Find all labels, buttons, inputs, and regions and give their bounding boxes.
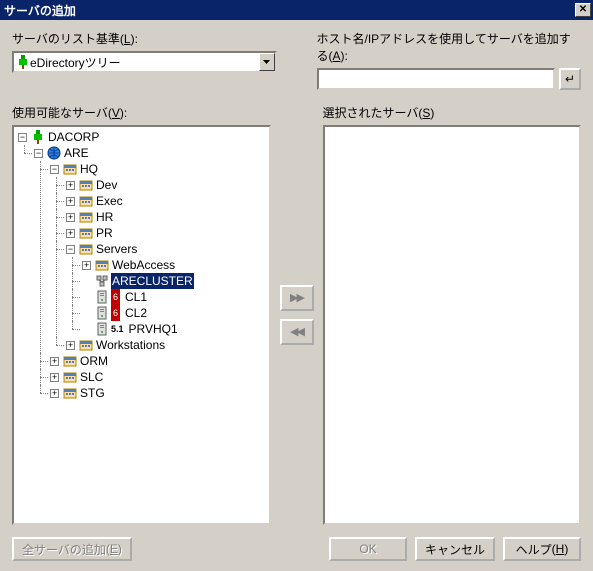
expand-icon[interactable]: + (82, 261, 91, 270)
tree-node-orm[interactable]: +ORM (50, 353, 267, 369)
expand-icon[interactable]: + (66, 341, 75, 350)
cancel-button[interactable]: キャンセル (415, 537, 495, 561)
collapse-icon[interactable]: − (50, 165, 59, 174)
window-title: サーバの追加 (4, 2, 76, 19)
chevron-right-icon: ▶▶ (290, 291, 303, 304)
ou-icon (79, 226, 93, 240)
tree-icon (31, 130, 45, 144)
chevron-down-icon[interactable] (259, 53, 275, 71)
ou-icon (79, 194, 93, 208)
combo-value: eDirectoryツリー (30, 54, 259, 71)
available-tree[interactable]: − DACORP − ARE (12, 125, 271, 525)
tree-node-arecluster[interactable]: ARECLUSTER (82, 273, 267, 289)
tree-node-slc[interactable]: +SLC (50, 369, 267, 385)
host-submit-button[interactable]: ↵ (559, 68, 581, 90)
tree-node-webaccess[interactable]: +WebAccess (82, 257, 267, 273)
expand-icon[interactable]: + (66, 229, 75, 238)
selected-label: 選択されたサーバ(S) (323, 104, 582, 121)
host-input[interactable] (317, 68, 556, 90)
tree-node-hq[interactable]: − HQ (50, 161, 267, 177)
ok-button[interactable]: OK (329, 537, 407, 561)
ou-icon (95, 258, 109, 272)
tree-node-exec[interactable]: +Exec (66, 193, 267, 209)
tree-node-stg[interactable]: +STG (50, 385, 267, 401)
tree-node-pr[interactable]: +PR (66, 225, 267, 241)
expand-icon[interactable]: + (66, 197, 75, 206)
expand-icon[interactable]: + (50, 373, 59, 382)
help-button[interactable]: ヘルプ(H) (503, 537, 581, 561)
collapse-icon[interactable]: − (34, 149, 43, 158)
tree-icon (16, 55, 30, 69)
tree-node-are[interactable]: − ARE (34, 145, 267, 161)
expand-icon[interactable]: + (50, 357, 59, 366)
version-badge: 6 (111, 305, 120, 321)
collapse-icon[interactable]: − (66, 245, 75, 254)
expand-icon[interactable]: + (66, 181, 75, 190)
tree-node-workstations[interactable]: +Workstations (66, 337, 267, 353)
ou-icon (63, 370, 77, 384)
cluster-icon (95, 274, 109, 288)
selected-list[interactable] (323, 125, 582, 525)
ou-icon (63, 386, 77, 400)
collapse-icon[interactable]: − (18, 133, 27, 142)
host-add-label: ホスト名/IPアドレスを使用してサーバを追加する(A): (317, 30, 582, 64)
globe-icon (47, 146, 61, 160)
version-badge: 6 (111, 289, 120, 305)
ou-icon (63, 162, 77, 176)
close-button[interactable]: ✕ (575, 3, 591, 17)
expand-icon[interactable]: + (66, 213, 75, 222)
server-icon (95, 306, 109, 320)
tree-node-prvhq1[interactable]: 5.1PRVHQ1 (82, 321, 267, 337)
ou-icon (79, 178, 93, 192)
title-bar: サーバの追加 ✕ (0, 0, 593, 20)
tree-node-root[interactable]: − DACORP (18, 129, 267, 145)
server-icon (95, 322, 109, 336)
tree-node-cl2[interactable]: 6CL2 (82, 305, 267, 321)
list-basis-label: サーバのリスト基準(L): (12, 30, 277, 47)
tree-node-servers[interactable]: −Servers (66, 241, 267, 257)
server-icon (95, 290, 109, 304)
tree-node-hr[interactable]: +HR (66, 209, 267, 225)
expand-icon[interactable]: + (50, 389, 59, 398)
tree-node-dev[interactable]: +Dev (66, 177, 267, 193)
ou-icon (79, 338, 93, 352)
enter-icon: ↵ (565, 72, 575, 86)
tree-node-cl1[interactable]: 6CL1 (82, 289, 267, 305)
add-all-button[interactable]: 全サーバの追加(E) (12, 537, 132, 561)
ou-icon (63, 354, 77, 368)
move-left-button[interactable]: ◀◀ (280, 319, 314, 345)
list-basis-combo[interactable]: eDirectoryツリー (12, 51, 277, 73)
move-right-button[interactable]: ▶▶ (280, 285, 314, 311)
available-label: 使用可能なサーバ(V): (12, 104, 271, 121)
chevron-left-icon: ◀◀ (290, 325, 303, 338)
ou-icon (79, 210, 93, 224)
ou-icon (79, 242, 93, 256)
version-badge: 5.1 (111, 321, 124, 337)
